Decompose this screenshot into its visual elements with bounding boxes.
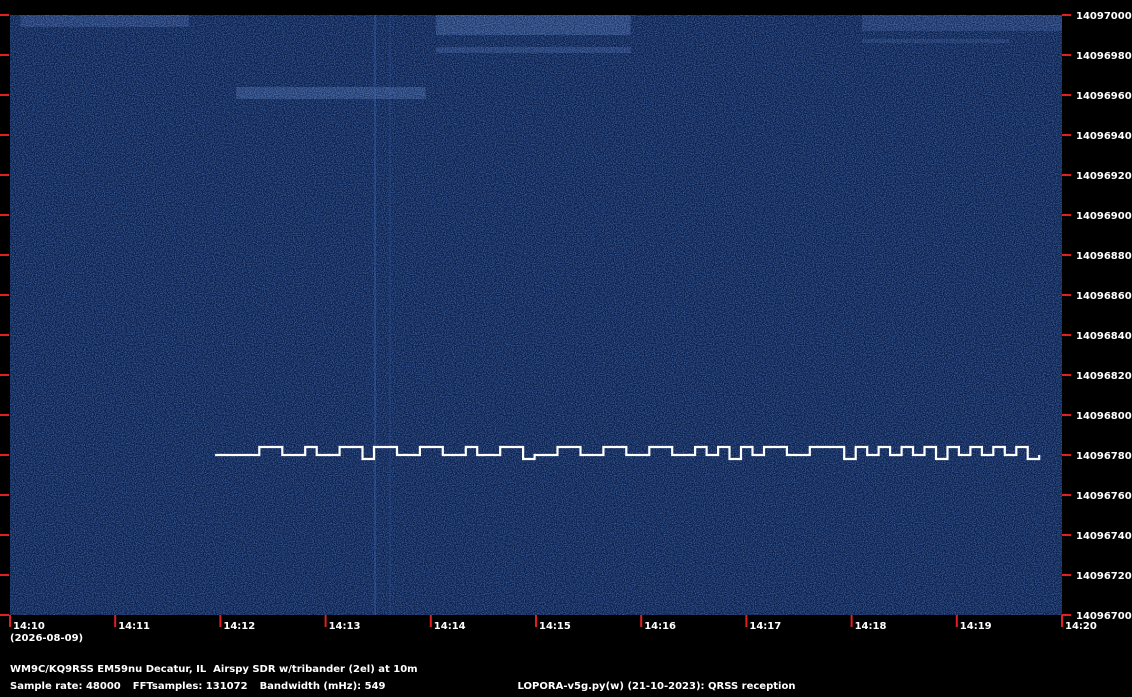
y-tick-label: 14096920	[1076, 171, 1132, 182]
y-tick-label: 14096720	[1076, 571, 1132, 582]
x-tick-label: 14:17	[749, 621, 781, 632]
x-tick-label: 14:13	[329, 621, 361, 632]
x-tick-label: 14:16	[644, 621, 676, 632]
y-tick-label: 14096900	[1076, 211, 1132, 222]
y-tick-label: 14096800	[1076, 411, 1132, 422]
y-tick-label: 14096880	[1076, 251, 1132, 262]
sample-rate: Sample rate: 48000	[10, 681, 121, 692]
faint-signal-core	[862, 15, 1062, 31]
faint-signal-core	[862, 39, 1010, 43]
faint-signal-core	[436, 15, 631, 35]
faint-signal-core	[236, 87, 426, 99]
x-tick-label: 14:18	[855, 621, 887, 632]
station-info: WM9C/KQ9RSS EM59nu Decatur, IL Airspy SD…	[10, 664, 418, 675]
faint-signal-core	[20, 15, 189, 27]
y-tick-label: 14096960	[1076, 91, 1132, 102]
reception-params: Sample rate: 48000 FFTsamples: 131072 Band…	[10, 681, 807, 693]
date-label: (2026-08-09)	[10, 633, 83, 644]
fft-samples: FFTsamples: 131072	[132, 681, 248, 692]
y-tick-label: 14096840	[1076, 331, 1132, 342]
y-tick-label: 14096820	[1076, 371, 1132, 382]
x-tick-label: 14:12	[223, 621, 255, 632]
y-tick-label: 14097000	[1076, 11, 1132, 22]
y-tick-label: 14096980	[1076, 51, 1132, 62]
x-tick-label: 14:14	[434, 621, 466, 632]
y-tick-label: 14096780	[1076, 451, 1132, 462]
faint-signal-core	[436, 47, 631, 53]
spectrogram-chart: 14097000 14096980 14096960 14096940 14096920…	[0, 11, 1132, 644]
y-tick-label: 14096740	[1076, 531, 1132, 542]
x-tick-label: 14:10	[13, 621, 45, 632]
software-info: LOPORA-v5g.py(w) (21-10-2023): QRSS rece…	[517, 681, 796, 692]
noise-texture	[10, 15, 1062, 615]
x-tick-label: 14:11	[118, 621, 150, 632]
x-tick-label: 14:15	[539, 621, 571, 632]
y-tick-label: 14096760	[1076, 491, 1132, 502]
y-tick-label: 14096940	[1076, 131, 1132, 142]
y-tick-label: 14096860	[1076, 291, 1132, 302]
bandwidth: Bandwidth (mHz): 549	[259, 681, 386, 692]
x-axis: 14:10 14:11 14:12 14:13 14:14 14:15 14:16 14:17…	[9, 615, 1097, 632]
x-tick-label: 14:20	[1065, 621, 1097, 632]
x-tick-label: 14:19	[960, 621, 992, 632]
